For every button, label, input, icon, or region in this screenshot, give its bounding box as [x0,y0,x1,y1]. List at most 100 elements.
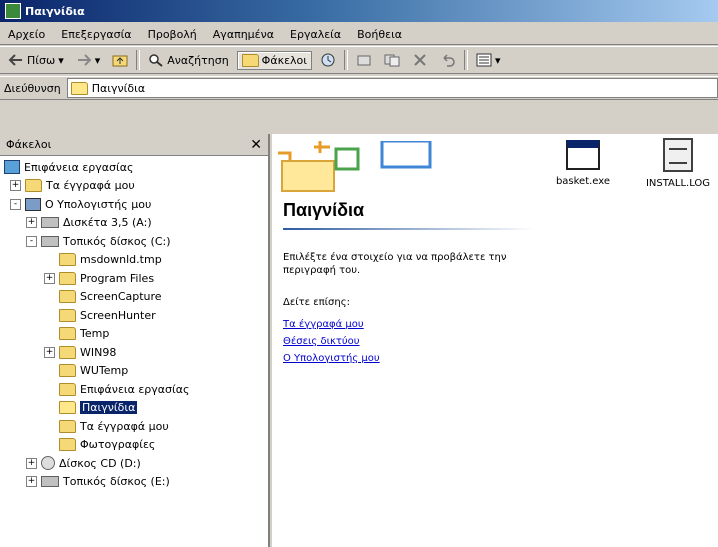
window-title: Παιγνίδια [25,4,85,18]
copy-to-button[interactable] [380,51,404,69]
tree-item-my-documents[interactable]: + Τα έγγραφά μου [0,177,268,196]
folder-icon [59,308,76,322]
folder-icon [59,271,76,285]
copy-to-icon [384,54,400,67]
history-button[interactable] [316,51,340,69]
tree-item-games[interactable]: Παιγνίδια [0,399,268,418]
folder-icon [59,419,76,433]
see-also-label: Δείτε επίσης: [283,297,350,308]
close-pane-button[interactable]: ✕ [250,137,262,153]
forward-button[interactable]: ▾ [72,51,105,69]
exe-icon [566,140,600,170]
toolbar: Πίσω ▾ ▾ Αναζήτηση Φάκελοι ▾ [0,46,718,74]
move-to-icon [357,55,371,66]
file-item-basket[interactable]: basket.exe [543,140,623,187]
tree-item-msdownld[interactable]: msdownld.tmp [0,251,268,270]
folder-banner-graphic [278,141,432,192]
tree-item-my-computer[interactable]: - Ο Υπολογιστής μου [0,195,268,214]
link-my-computer[interactable]: Ο Υπολογιστής μου [283,353,380,364]
toolbar-separator [136,50,141,70]
move-to-button[interactable] [352,51,376,69]
tree-item-screencapture[interactable]: ScreenCapture [0,288,268,307]
undo-button[interactable] [436,51,460,69]
tree-item-drive-e[interactable]: + Τοπικός δίσκος (E:) [0,473,268,492]
floppy-drive-icon [41,217,59,229]
views-button[interactable]: ▾ [472,51,505,69]
tree-item-desktop[interactable]: Επιφάνεια εργασίας [0,158,268,177]
title-bar: Παιγνίδια [0,0,718,22]
tree-item-program-files[interactable]: + Program Files [0,269,268,288]
folders-icon [241,53,259,67]
tree-item-wutemp[interactable]: WUTemp [0,362,268,381]
folder-icon [25,179,42,193]
expand-toggle[interactable]: + [26,457,37,469]
tree-item-temp[interactable]: Temp [0,325,268,344]
toolbar-separator [463,50,468,70]
folder-icon [59,438,76,452]
menu-edit[interactable]: Επεξεργασία [53,28,139,41]
search-button[interactable]: Αναζήτηση [144,51,232,69]
tree-item-drive-d[interactable]: + Δίσκος CD (D:) [0,454,268,473]
up-folder-icon [112,55,128,67]
search-label: Αναζήτηση [167,53,229,67]
log-file-icon [663,138,693,172]
folder-icon [70,81,88,95]
menu-file[interactable]: Αρχείο [0,28,53,41]
folders-label: Φάκελοι [261,53,307,67]
open-folder-icon [59,401,76,415]
menu-tools[interactable]: Εργαλεία [282,28,349,41]
file-item-install-log[interactable]: INSTALL.LOG [638,138,718,189]
undo-icon [443,54,455,67]
menu-help[interactable]: Βοήθεια [349,28,410,41]
explorer-icon [5,3,21,19]
views-dropdown-icon[interactable]: ▾ [495,54,501,67]
tree-item-drive-c[interactable]: - Τοπικός δίσκος (C:) [0,232,268,251]
see-also-links: Τα έγγραφά μου Θέσεις δικτύου Ο Υπολογισ… [283,319,380,370]
folders-pane-header: Φάκελοι ✕ [0,134,268,156]
tree-item-my-documents-folder[interactable]: Τα έγγραφά μου [0,417,268,436]
tree-item-desktop-folder[interactable]: Επιφάνεια εργασίας [0,380,268,399]
up-button[interactable] [108,51,132,69]
folder-tree: Επιφάνεια εργασίας + Τα έγγραφά μου - Ο … [0,158,268,491]
expand-toggle[interactable]: + [10,180,21,192]
address-label: Διεύθυνση [4,81,61,95]
address-field[interactable]: Παιγνίδια [66,78,718,98]
tree-item-photos[interactable]: Φωτογραφίες [0,436,268,455]
expand-toggle[interactable]: + [44,346,55,358]
tree-item-win98[interactable]: + WIN98 [0,343,268,362]
folder-description: Επιλέξτε ένα στοιχείο για να προβάλετε τ… [283,252,507,276]
folders-pane-title: Φάκελοι [6,138,52,151]
folder-icon [59,253,76,267]
search-icon [149,54,163,67]
folders-button[interactable]: Φάκελοι [236,50,312,70]
delete-icon [414,54,426,66]
desktop-icon [4,160,20,175]
menu-favorites[interactable]: Αγαπημένα [205,28,282,41]
folder-icon [59,382,76,396]
link-my-documents[interactable]: Τα έγγραφά μου [283,319,380,330]
delete-button[interactable] [408,51,432,69]
history-icon [321,53,335,67]
tree-item-floppy[interactable]: + Δισκέτα 3,5 (A:) [0,214,268,233]
folder-icon [59,364,76,378]
expand-toggle[interactable]: + [26,217,37,229]
menu-view[interactable]: Προβολή [140,28,205,41]
forward-dropdown-icon[interactable]: ▾ [95,54,101,67]
cd-drive-icon [41,456,55,471]
back-dropdown-icon[interactable]: ▾ [58,54,64,67]
folder-icon [59,290,76,304]
expand-toggle[interactable]: - [10,198,21,210]
link-network-places[interactable]: Θέσεις δικτύου [283,336,380,347]
computer-icon [25,197,41,211]
back-button[interactable]: Πίσω ▾ [4,51,68,69]
expand-toggle[interactable]: + [44,272,55,284]
hard-drive-icon [41,476,59,488]
folder-icon [59,345,76,359]
views-icon [476,53,492,67]
menu-bar: Αρχείο Επεξεργασία Προβολή Αγαπημένα Εργ… [0,24,718,45]
address-bar: Διεύθυνση Παιγνίδια [0,76,718,100]
expand-toggle[interactable]: + [26,476,37,488]
expand-toggle[interactable]: - [26,235,37,247]
tree-item-screenhunter[interactable]: ScreenHunter [0,306,268,325]
address-value: Παιγνίδια [91,81,146,95]
